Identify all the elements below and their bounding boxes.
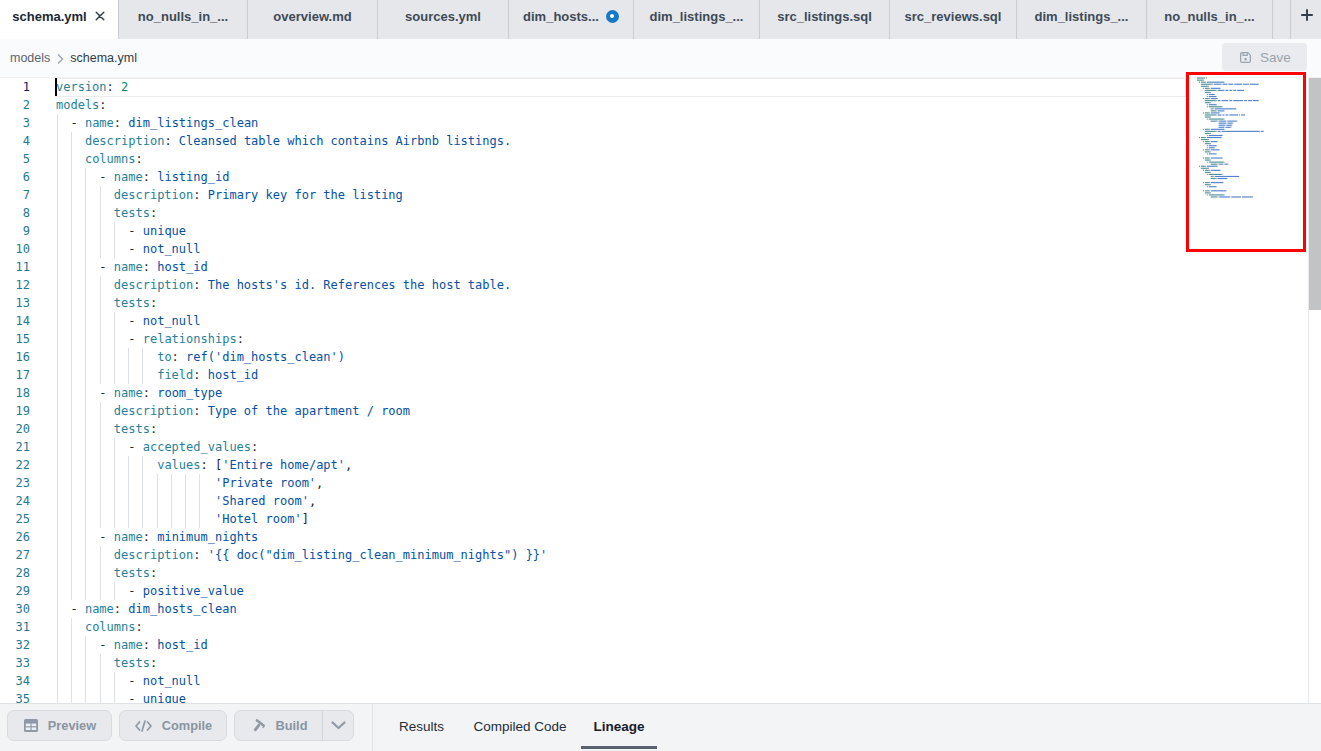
file-tab-label: src_reviews.sql (905, 9, 1002, 24)
table-icon (23, 718, 39, 733)
save-button-label: Save (1260, 50, 1291, 65)
compile-button-label: Compile (162, 718, 212, 733)
code-line-14: - not_null (56, 312, 201, 330)
tab-compiled-code[interactable]: Compiled Code (461, 704, 579, 749)
code-line-24: 'Shared room', (56, 492, 316, 510)
file-tab-dim_listings_...[interactable]: dim_listings_... (634, 0, 760, 39)
file-tab-sources.yml[interactable]: sources.yml (378, 0, 509, 39)
code-line-4: description: Cleansed table which contai… (56, 132, 511, 150)
code-line-7: description: Primary key for the listing (56, 186, 403, 204)
code-line-27: description: '{{ doc("dim_listing_clean_… (56, 546, 547, 564)
active-tab-underline (581, 746, 657, 749)
code-line-10: - not_null (56, 240, 201, 258)
file-tab-label: src_listings.sql (777, 9, 872, 24)
new-tab-button[interactable] (1294, 2, 1319, 27)
code-line-17: field: host_id (56, 366, 258, 384)
code-line-18: - name: room_type (56, 384, 222, 402)
code-line-25: 'Hotel room'] (56, 510, 309, 528)
file-tab-label: dim_listings_... (1035, 9, 1129, 24)
code-line-6: - name: listing_id (56, 168, 229, 186)
code-icon (134, 719, 153, 733)
code-line-3: - name: dim_listings_clean (56, 114, 258, 132)
code-line-33: tests: (56, 654, 157, 672)
file-tab-label: no_nulls_in_... (138, 9, 228, 24)
compile-button[interactable]: Compile (119, 710, 227, 741)
code-line-1: version: 2 (56, 78, 128, 96)
file-tab-src_reviews.sql[interactable]: src_reviews.sql (890, 0, 1017, 39)
vertical-scrollbar-thumb[interactable] (1309, 78, 1321, 310)
code-line-29: - positive_value (56, 582, 244, 600)
red-annotation-box (1186, 72, 1306, 252)
code-line-2: models: (56, 96, 107, 114)
build-split-button: Build (234, 710, 354, 741)
code-line-19: description: Type of the apartment / roo… (56, 402, 410, 420)
code-editor[interactable]: 1234567891011121314151617181920212223242… (0, 78, 1321, 703)
file-tab-schema.yml[interactable]: schema.yml (0, 0, 119, 39)
chevron-down-icon (331, 721, 346, 730)
breadcrumb-bar: models schema.yml Save (0, 39, 1321, 78)
code-content[interactable]: version: 2models: - name: dim_listings_c… (0, 78, 1186, 703)
file-tab-label: no_nulls_in_... (1164, 9, 1254, 24)
code-line-16: to: ref('dim_hosts_clean') (56, 348, 345, 366)
code-line-23: 'Private room', (56, 474, 323, 492)
editor-tab-bar: schema.yml no_nulls_in_... overview.md sour… (0, 0, 1321, 39)
code-line-21: - accepted_values: (56, 438, 258, 456)
text-cursor (55, 78, 57, 96)
code-line-8: tests: (56, 204, 157, 222)
build-button[interactable]: Build (235, 711, 323, 740)
bottom-panel: Preview Compile Build (0, 703, 1321, 751)
file-tab-label: dim_listings_... (650, 9, 744, 24)
tab-results[interactable]: Results (384, 704, 459, 749)
file-tab-label: schema.yml (12, 9, 86, 24)
build-dropdown-button[interactable] (323, 711, 353, 740)
code-line-22: values: ['Entire home/apt', (56, 456, 352, 474)
file-tab-label: sources.yml (405, 9, 481, 24)
tab-lineage[interactable]: Lineage (581, 704, 657, 749)
save-button[interactable]: Save (1222, 43, 1307, 71)
chevron-right-icon (55, 53, 65, 65)
file-tab-label: dim_hosts... (523, 9, 599, 24)
code-line-34: - not_null (56, 672, 201, 690)
file-tab-no_nulls_in_...[interactable]: no_nulls_in_... (1147, 0, 1273, 39)
code-line-12: description: The hosts's id. References … (56, 276, 511, 294)
dbt-ide-window: schema.yml no_nulls_in_... overview.md sour… (0, 0, 1321, 751)
code-line-28: tests: (56, 564, 157, 582)
code-line-15: - relationships: (56, 330, 244, 348)
preview-button[interactable]: Preview (7, 710, 112, 741)
bottom-panel-divider (372, 704, 373, 751)
breadcrumb-file[interactable]: schema.yml (70, 51, 137, 65)
hammer-icon (250, 718, 267, 734)
code-line-31: columns: (56, 618, 143, 636)
preview-button-label: Preview (48, 718, 96, 733)
breadcrumb-folder[interactable]: models (10, 51, 50, 65)
code-line-13: tests: (56, 294, 157, 312)
file-tab-label: overview.md (273, 9, 351, 24)
file-tab-overview.md[interactable]: overview.md (248, 0, 378, 39)
file-tab-dim_hosts...[interactable]: dim_hosts... (509, 0, 634, 39)
build-button-label: Build (276, 718, 308, 733)
tab-divider (1290, 0, 1291, 39)
breadcrumb: models schema.yml (10, 39, 137, 77)
code-line-30: - name: dim_hosts_clean (56, 600, 237, 618)
close-tab-icon[interactable] (94, 10, 106, 22)
code-line-9: - unique (56, 222, 186, 240)
save-icon (1238, 50, 1253, 65)
unsaved-changes-dot (606, 10, 619, 23)
file-tab-no_nulls_in_...[interactable]: no_nulls_in_... (119, 0, 248, 39)
code-line-20: tests: (56, 420, 157, 438)
plus-icon (1300, 8, 1314, 22)
code-line-5: columns: (56, 150, 143, 168)
file-tab-src_listings.sql[interactable]: src_listings.sql (760, 0, 890, 39)
file-tab-dim_listings_...[interactable]: dim_listings_... (1017, 0, 1147, 39)
code-line-32: - name: host_id (56, 636, 208, 654)
code-line-26: - name: minimum_nights (56, 528, 258, 546)
code-line-11: - name: host_id (56, 258, 208, 276)
